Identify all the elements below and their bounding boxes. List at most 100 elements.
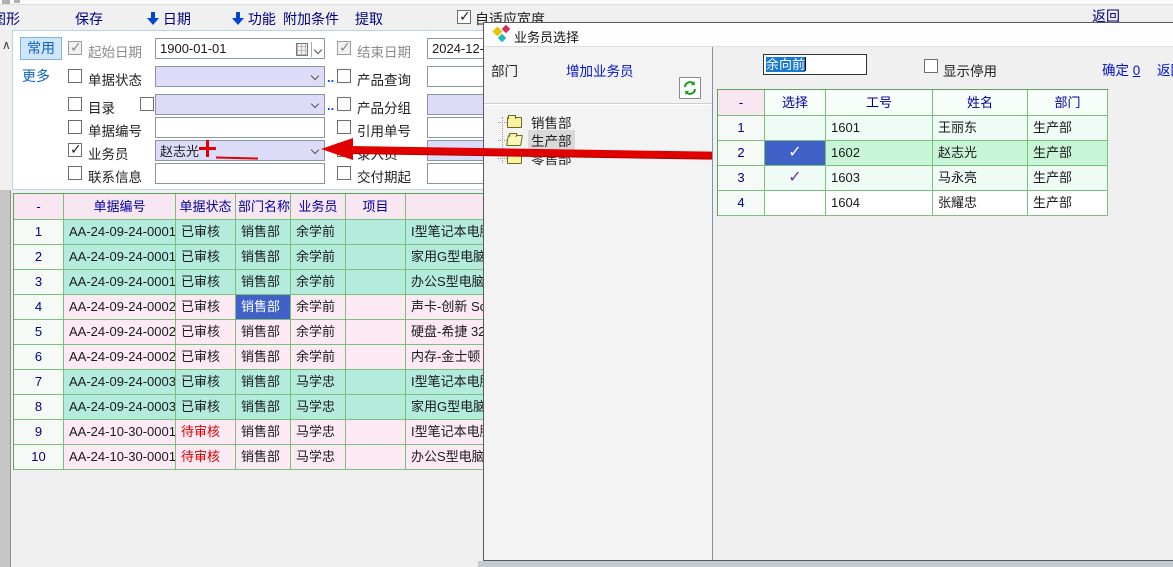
dialog-back-button[interactable]: 返回 xyxy=(1157,59,1173,79)
row-number-cell[interactable]: 6 xyxy=(14,345,64,370)
row-number-cell[interactable]: 9 xyxy=(14,420,64,445)
dept-cell[interactable]: 销售部 xyxy=(236,270,291,295)
vertical-scrollbar[interactable] xyxy=(0,190,11,567)
column-header[interactable]: 项目 xyxy=(346,194,406,220)
project-cell[interactable] xyxy=(346,270,406,295)
toolbar-item-date[interactable]: 日期 xyxy=(147,9,191,29)
employee-dept-cell[interactable]: 生产部 xyxy=(1028,116,1108,141)
row-number-cell[interactable]: 2 xyxy=(14,245,64,270)
doc-no-input[interactable] xyxy=(155,117,325,138)
row-number-cell[interactable]: 1 xyxy=(718,116,765,141)
table-row[interactable]: 2✓1602赵志光生产部 xyxy=(718,141,1108,166)
dialog-titlebar[interactable]: 业务员选择 xyxy=(484,23,1173,47)
toolbar-item-extract[interactable]: 提取 xyxy=(355,9,383,29)
chevron-down-icon[interactable] xyxy=(311,146,319,154)
tab-common[interactable]: 常用 xyxy=(20,37,62,60)
table-row[interactable]: 3✓1603马永亮生产部 xyxy=(718,166,1108,191)
salesperson-cell[interactable]: 余学前 xyxy=(291,220,346,245)
doc-no-cell[interactable]: AA-24-09-24-0003 xyxy=(64,395,176,420)
auto-width-checkbox[interactable] xyxy=(457,10,471,24)
dept-cell[interactable]: 销售部 xyxy=(236,395,291,420)
catalog-checkbox[interactable] xyxy=(68,97,82,111)
project-cell[interactable] xyxy=(346,220,406,245)
row-number-cell[interactable]: 1 xyxy=(14,220,64,245)
dept-cell[interactable]: 销售部 xyxy=(236,420,291,445)
project-cell[interactable] xyxy=(346,395,406,420)
show-disabled-checkbox[interactable] xyxy=(924,59,938,73)
doc-no-cell[interactable]: AA-24-09-24-0002 xyxy=(64,345,176,370)
salesperson-cell[interactable]: 余学前 xyxy=(291,270,346,295)
salesperson-cell[interactable]: 马学忠 xyxy=(291,445,346,470)
status-cell[interactable]: 待审核 xyxy=(176,445,236,470)
tree-item-1[interactable]: 销售部 xyxy=(498,113,575,131)
ref-no-checkbox[interactable] xyxy=(337,120,351,134)
dept-cell[interactable]: 销售部 xyxy=(236,245,291,270)
row-number-cell[interactable]: 3 xyxy=(14,270,64,295)
status-cell[interactable]: 已审核 xyxy=(176,270,236,295)
contact-checkbox[interactable] xyxy=(68,166,82,180)
employee-dept-cell[interactable]: 生产部 xyxy=(1028,141,1108,166)
salesperson-cell[interactable]: 马学忠 xyxy=(291,420,346,445)
row-number-cell[interactable]: 8 xyxy=(14,395,64,420)
project-cell[interactable] xyxy=(346,420,406,445)
column-header[interactable]: 部门名称 xyxy=(236,194,291,220)
column-header[interactable]: 部门 xyxy=(1028,90,1108,116)
row-number-cell[interactable]: 3 xyxy=(718,166,765,191)
project-cell[interactable] xyxy=(346,345,406,370)
dept-cell[interactable]: 销售部 xyxy=(236,370,291,395)
salesperson-cell[interactable]: 余学前 xyxy=(291,245,346,270)
doc-no-cell[interactable]: AA-24-09-24-0002 xyxy=(64,295,176,320)
row-number-cell[interactable]: 5 xyxy=(14,320,64,345)
catalog-sub-checkbox[interactable] xyxy=(140,97,154,111)
select-checkbox-cell[interactable]: ✓ xyxy=(765,166,826,191)
doc-no-cell[interactable]: AA-24-09-24-0003 xyxy=(64,370,176,395)
dept-cell[interactable]: 销售部 xyxy=(236,220,291,245)
column-header[interactable]: 姓名 xyxy=(933,90,1028,116)
salesperson-checkbox[interactable] xyxy=(68,143,82,157)
status-cell[interactable]: 已审核 xyxy=(176,395,236,420)
doc-no-cell[interactable]: AA-24-10-30-0001 xyxy=(64,445,176,470)
table-row[interactable]: 11601王丽东生产部 xyxy=(718,116,1108,141)
doc-status-combobox[interactable] xyxy=(155,66,325,87)
row-number-cell[interactable]: 2 xyxy=(718,141,765,166)
end-date-checkbox[interactable] xyxy=(337,41,351,55)
delivery-from-checkbox[interactable] xyxy=(337,166,351,180)
status-cell[interactable]: 已审核 xyxy=(176,295,236,320)
search-input[interactable]: 余向前 xyxy=(763,54,867,75)
product-query-checkbox[interactable] xyxy=(337,69,351,83)
status-cell[interactable]: 已审核 xyxy=(176,220,236,245)
salesperson-cell[interactable]: 余学前 xyxy=(291,295,346,320)
status-cell[interactable]: 已审核 xyxy=(176,320,236,345)
project-cell[interactable] xyxy=(346,245,406,270)
table-row[interactable]: 41604张耀忠生产部 xyxy=(718,191,1108,216)
start-date-input[interactable]: 1900-01-01 xyxy=(155,38,325,59)
refresh-button[interactable] xyxy=(679,77,701,99)
doc-status-checkbox[interactable] xyxy=(68,69,82,83)
column-header[interactable]: 选择 xyxy=(765,90,826,116)
project-cell[interactable] xyxy=(346,295,406,320)
table-header-row[interactable]: -选择工号姓名部门 xyxy=(718,90,1108,116)
select-checkbox-cell[interactable] xyxy=(765,116,826,141)
status-cell[interactable]: 已审核 xyxy=(176,370,236,395)
project-cell[interactable] xyxy=(346,320,406,345)
employee-id-cell[interactable]: 1604 xyxy=(826,191,933,216)
doc-no-checkbox[interactable] xyxy=(68,120,82,134)
row-number-cell[interactable]: 10 xyxy=(14,445,64,470)
employee-name-cell[interactable]: 王丽东 xyxy=(933,116,1028,141)
dept-cell[interactable]: 销售部 xyxy=(236,320,291,345)
calendar-icon[interactable] xyxy=(296,43,308,56)
doc-no-cell[interactable]: AA-24-09-24-0001 xyxy=(64,245,176,270)
chevron-down-icon[interactable] xyxy=(311,72,319,80)
select-checkbox-cell[interactable]: ✓ xyxy=(765,141,826,166)
catalog-combobox[interactable] xyxy=(155,94,325,115)
status-cell[interactable]: 已审核 xyxy=(176,345,236,370)
column-header[interactable]: 单据状态 xyxy=(176,194,236,220)
column-header[interactable]: - xyxy=(718,90,765,116)
employee-dept-cell[interactable]: 生产部 xyxy=(1028,191,1108,216)
employee-name-cell[interactable]: 张耀忠 xyxy=(933,191,1028,216)
start-date-checkbox[interactable] xyxy=(68,41,82,55)
row-number-cell[interactable]: 4 xyxy=(14,295,64,320)
select-checkbox-cell[interactable] xyxy=(765,191,826,216)
dept-cell[interactable]: 销售部 xyxy=(236,445,291,470)
doc-no-cell[interactable]: AA-24-10-30-0001 xyxy=(64,420,176,445)
